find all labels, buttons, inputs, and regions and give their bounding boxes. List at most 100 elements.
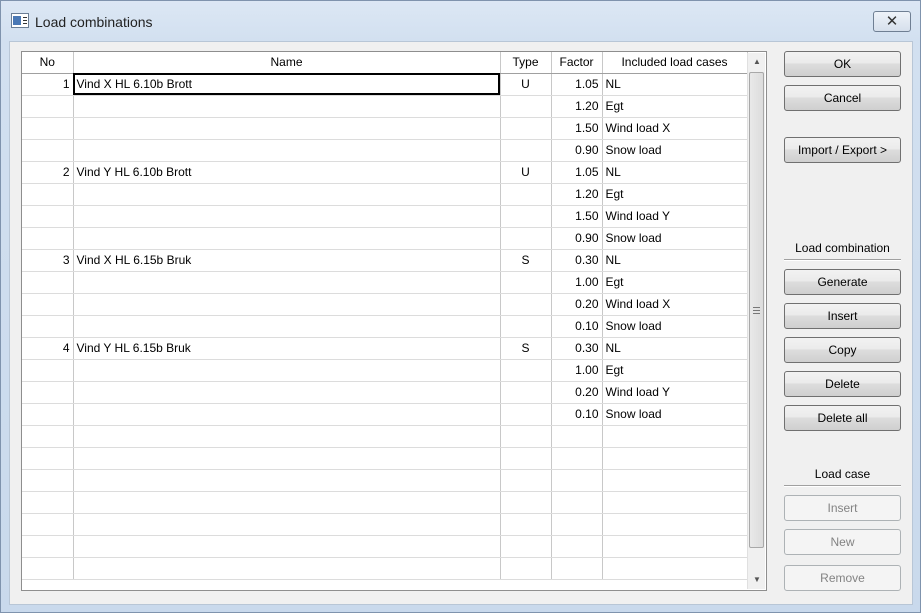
cell-type[interactable] [500, 271, 552, 294]
cell-type[interactable] [500, 469, 552, 492]
table-row[interactable]: 1.50 Wind load X [22, 117, 748, 140]
cell-no[interactable] [22, 139, 74, 162]
cell-name[interactable] [73, 227, 501, 250]
table-row[interactable]: 1.50 Wind load Y [22, 205, 748, 228]
cell-no[interactable] [22, 557, 74, 580]
close-button[interactable]: ✕ [873, 11, 911, 32]
table-row[interactable]: 0.90 Snow load [22, 227, 748, 250]
table-row[interactable]: 0.90 Snow load [22, 139, 748, 162]
cell-name[interactable] [73, 535, 501, 558]
cell-load-case[interactable]: Egt [602, 95, 748, 118]
table-row[interactable] [22, 557, 748, 580]
cell-name[interactable] [73, 513, 501, 536]
cell-no[interactable]: 2 [22, 161, 74, 184]
cell-type[interactable] [500, 139, 552, 162]
cell-factor[interactable] [551, 535, 603, 558]
cell-no[interactable] [22, 227, 74, 250]
table-row[interactable]: 1 Vind X HL 6.10b Brott U 1.05 NL [22, 73, 748, 96]
cell-load-case[interactable]: NL [602, 249, 748, 272]
cancel-button[interactable]: Cancel [784, 85, 901, 111]
table-row[interactable] [22, 469, 748, 492]
cell-name[interactable] [73, 491, 501, 514]
table-row[interactable]: 4 Vind Y HL 6.15b Bruk S 0.30 NL [22, 337, 748, 360]
column-header-type[interactable]: Type [500, 52, 552, 74]
cell-no[interactable] [22, 359, 74, 382]
cell-factor[interactable] [551, 513, 603, 536]
cell-type[interactable] [500, 205, 552, 228]
cell-no[interactable] [22, 447, 74, 470]
table-row[interactable]: 1.20 Egt [22, 183, 748, 206]
cell-name[interactable] [73, 469, 501, 492]
cell-no[interactable] [22, 293, 74, 316]
insert-load-case-button[interactable]: Insert [784, 495, 901, 521]
cell-type[interactable] [500, 513, 552, 536]
cell-name[interactable]: Vind X HL 6.10b Brott [73, 73, 501, 96]
cell-no[interactable]: 4 [22, 337, 74, 360]
cell-name[interactable] [73, 381, 501, 404]
cell-name[interactable] [73, 447, 501, 470]
cell-factor[interactable] [551, 425, 603, 448]
column-header-name[interactable]: Name [73, 52, 501, 74]
table-row[interactable]: 0.20 Wind load X [22, 293, 748, 316]
cell-no[interactable] [22, 183, 74, 206]
cell-factor[interactable]: 1.50 [551, 205, 603, 228]
cell-no[interactable] [22, 403, 74, 426]
cell-factor[interactable]: 1.20 [551, 183, 603, 206]
cell-type[interactable] [500, 95, 552, 118]
cell-no[interactable] [22, 381, 74, 404]
table-row[interactable]: 1.20 Egt [22, 95, 748, 118]
table-row[interactable] [22, 447, 748, 470]
cell-no[interactable] [22, 271, 74, 294]
insert-combination-button[interactable]: Insert [784, 303, 901, 329]
cell-factor[interactable] [551, 447, 603, 470]
title-bar[interactable]: Load combinations ✕ [1, 1, 920, 41]
cell-no[interactable] [22, 469, 74, 492]
cell-no[interactable] [22, 425, 74, 448]
cell-factor[interactable] [551, 557, 603, 580]
table-row[interactable] [22, 491, 748, 514]
import-export-button[interactable]: Import / Export > [784, 137, 901, 163]
remove-load-case-button[interactable]: Remove [784, 565, 901, 591]
cell-load-case[interactable]: Snow load [602, 139, 748, 162]
cell-type[interactable]: U [500, 161, 552, 184]
cell-load-case[interactable]: Egt [602, 359, 748, 382]
cell-factor[interactable]: 0.30 [551, 337, 603, 360]
table-row[interactable] [22, 535, 748, 558]
cell-factor[interactable]: 1.00 [551, 359, 603, 382]
cell-type[interactable]: S [500, 337, 552, 360]
cell-type[interactable] [500, 315, 552, 338]
cell-name[interactable] [73, 117, 501, 140]
table-row[interactable]: 3 Vind X HL 6.15b Bruk S 0.30 NL [22, 249, 748, 272]
cell-factor[interactable]: 0.20 [551, 381, 603, 404]
scrollbar-thumb[interactable] [749, 72, 764, 548]
cell-factor[interactable]: 1.05 [551, 161, 603, 184]
cell-type[interactable] [500, 557, 552, 580]
cell-name[interactable] [73, 205, 501, 228]
cell-load-case[interactable]: Egt [602, 183, 748, 206]
cell-name[interactable]: Vind X HL 6.15b Bruk [73, 249, 501, 272]
cell-factor[interactable]: 0.10 [551, 315, 603, 338]
column-header-factor[interactable]: Factor [551, 52, 603, 74]
cell-type[interactable] [500, 447, 552, 470]
cell-name[interactable]: Vind Y HL 6.15b Bruk [73, 337, 501, 360]
cell-name[interactable]: Vind Y HL 6.10b Brott [73, 161, 501, 184]
cell-factor[interactable] [551, 491, 603, 514]
cell-factor[interactable]: 0.90 [551, 227, 603, 250]
table-row[interactable]: 2 Vind Y HL 6.10b Brott U 1.05 NL [22, 161, 748, 184]
cell-name[interactable] [73, 183, 501, 206]
cell-load-case[interactable]: Wind load Y [602, 205, 748, 228]
cell-load-case[interactable] [602, 535, 748, 558]
column-header-included-load-cases[interactable]: Included load cases [602, 52, 748, 74]
cell-factor[interactable]: 1.05 [551, 73, 603, 96]
column-header-no[interactable]: No [22, 52, 74, 74]
ok-button[interactable]: OK [784, 51, 901, 77]
cell-name[interactable] [73, 425, 501, 448]
cell-load-case[interactable] [602, 447, 748, 470]
table-row[interactable]: 1.00 Egt [22, 271, 748, 294]
cell-type[interactable] [500, 293, 552, 316]
cell-factor[interactable]: 0.90 [551, 139, 603, 162]
cell-load-case[interactable]: Egt [602, 271, 748, 294]
cell-type[interactable]: S [500, 249, 552, 272]
cell-load-case[interactable] [602, 469, 748, 492]
table-row[interactable]: 1.00 Egt [22, 359, 748, 382]
